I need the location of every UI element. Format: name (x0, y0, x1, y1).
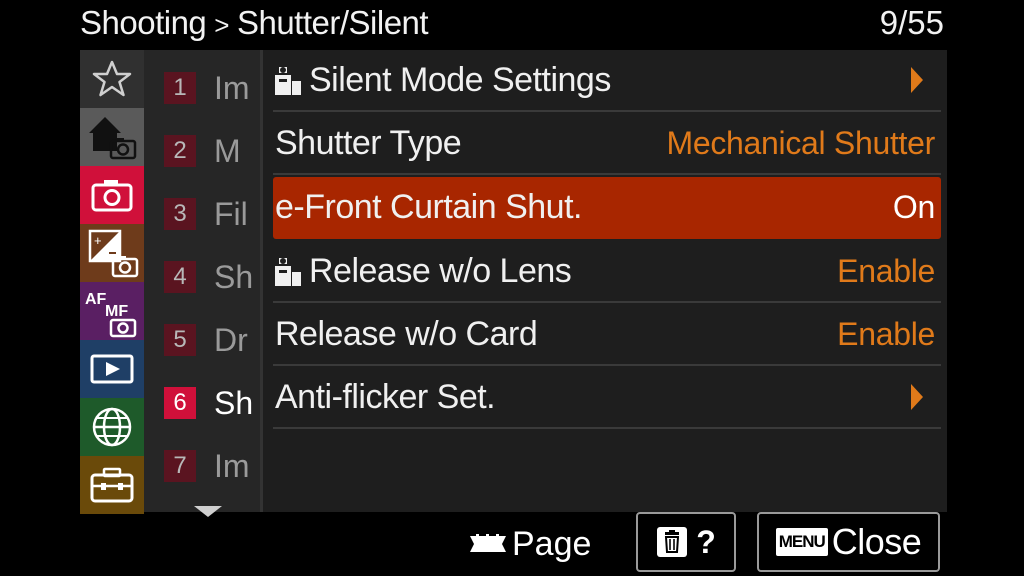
menu-item-release-without-lens[interactable]: Release w/o Lens Enable (273, 241, 941, 303)
page-counter: 9/55 (879, 4, 944, 41)
category-my-menu[interactable] (80, 50, 144, 108)
category-focus[interactable]: AF MF (80, 282, 144, 340)
category-exposure[interactable]: + (80, 224, 144, 282)
subtab-number: 5 (164, 324, 196, 356)
menu-item-shutter-type[interactable]: Shutter Type Mechanical Shutter (273, 113, 941, 175)
svg-text:+: + (94, 233, 102, 248)
subtab-number: 7 (164, 450, 196, 482)
camera-menu-screen: Shooting > Shutter/Silent 9/55 + AF MF 1… (0, 0, 1024, 576)
menu-item-value: Enable (837, 252, 935, 289)
globe-icon (92, 407, 132, 447)
menu-item-release-without-card[interactable]: Release w/o Card Enable (273, 304, 941, 366)
svg-text:AF: AF (85, 291, 107, 308)
submenu-arrow-icon (911, 67, 923, 93)
subtab-3[interactable]: 3 Fil (164, 185, 260, 243)
subtab-number: 3 (164, 198, 196, 230)
category-shooting[interactable] (80, 166, 144, 224)
menu-item-e-front-curtain-shutter[interactable]: e-Front Curtain Shut. On (273, 177, 941, 239)
toolbox-icon (90, 467, 134, 503)
exposure-icon: + (88, 229, 139, 278)
playback-icon (90, 354, 134, 384)
subtab-4[interactable]: 4 Sh (164, 248, 260, 306)
subtab-6-active[interactable]: 6 Sh (164, 374, 260, 432)
menu-item-label: Release w/o Card (275, 314, 538, 353)
subtab-1[interactable]: 1 Im (164, 59, 260, 117)
subtab-label: Fil (214, 195, 248, 232)
camera-icon (91, 180, 133, 212)
breadcrumb-section: Shooting (80, 4, 207, 41)
menu-button-badge: MENU (775, 528, 828, 556)
category-column: + AF MF (80, 50, 144, 514)
breadcrumb: Shooting > Shutter/Silent (80, 2, 429, 44)
close-button[interactable]: MENU Close (757, 512, 940, 572)
menu-item-label: Silent Mode Settings (309, 60, 611, 99)
menu-item-value: Enable (837, 315, 935, 352)
trash-icon (657, 527, 688, 557)
menu-item-anti-flicker-set[interactable]: Anti-flicker Set. (273, 367, 941, 429)
menu-item-label: Release w/o Lens (309, 251, 572, 290)
menu-list: Silent Mode Settings Shutter Type Mechan… (260, 50, 947, 512)
page-hint-label: Page (512, 524, 592, 563)
submenu-arrow-icon (911, 384, 923, 410)
breadcrumb-separator: > (214, 10, 229, 40)
scroll-down-arrow-icon[interactable] (194, 506, 222, 517)
subtab-label: Dr (214, 321, 248, 358)
category-main[interactable] (80, 108, 144, 166)
subtab-2[interactable]: 2 M (164, 122, 260, 180)
category-playback[interactable] (80, 340, 144, 398)
trash-help-button[interactable]: ? (636, 512, 736, 572)
category-setup[interactable] (80, 456, 144, 514)
subtab-label: Sh (214, 258, 254, 295)
menu-item-value: Mechanical Shutter (666, 124, 935, 161)
close-label: Close (831, 521, 922, 562)
category-network[interactable] (80, 398, 144, 456)
still-image-icon (275, 258, 301, 286)
subtab-5[interactable]: 5 Dr (164, 311, 260, 369)
subtab-label: Sh (214, 384, 254, 421)
subtab-label: M (214, 132, 241, 169)
af-mf-icon: AFMF (85, 291, 137, 338)
subtab-number: 2 (164, 135, 196, 167)
page-hint: Page (468, 522, 591, 566)
subtab-label: Im (214, 447, 250, 484)
subtab-number: 6 (164, 387, 196, 419)
home-camera-icon (89, 117, 137, 160)
svg-text:MF: MF (105, 303, 128, 320)
help-label: ? (696, 523, 716, 560)
subtab-number: 4 (164, 261, 196, 293)
still-image-icon (275, 67, 301, 95)
breadcrumb-subsection: Shutter/Silent (236, 4, 429, 41)
menu-item-label: Shutter Type (275, 123, 462, 162)
menu-item-silent-mode-settings[interactable]: Silent Mode Settings (273, 50, 941, 112)
menu-item-label: e-Front Curtain Shut. (275, 187, 582, 226)
star-icon (92, 60, 132, 97)
subtab-label: Im (214, 69, 250, 106)
menu-item-value: On (892, 188, 935, 225)
control-wheel-icon (470, 534, 506, 552)
subtab-column: 1 Im 2 M 3 Fil 4 Sh 5 Dr 6 Sh 7 Im (144, 50, 260, 512)
subtab-number: 1 (164, 72, 196, 104)
subtab-7[interactable]: 7 Im (164, 437, 260, 495)
menu-item-label: Anti-flicker Set. (275, 377, 496, 416)
